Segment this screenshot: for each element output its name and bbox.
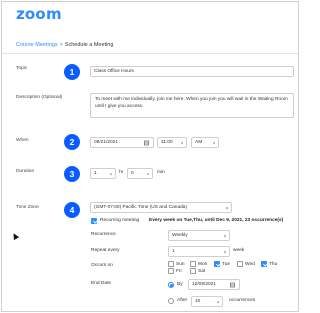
- date-value: 09/21/2021: [94, 140, 119, 145]
- day-checkbox-tue[interactable]: [214, 261, 220, 267]
- app-window: zoom Course Meetings > Schedule a Meeting …: [1, 1, 299, 312]
- chevron-down-icon: ▾: [223, 249, 226, 254]
- mouse-cursor-icon: [10, 231, 20, 241]
- breadcrumb: Course Meetings > Schedule a Meeting: [16, 42, 113, 48]
- day-label-thu: Thu: [269, 262, 278, 267]
- recurrence-label: Recurrence: [91, 232, 116, 237]
- chevron-down-icon: ▾: [109, 171, 112, 176]
- chevron-down-icon: ▾: [146, 171, 149, 176]
- end-after-unit: occurrences: [229, 298, 256, 303]
- day-label-mon: Mon: [198, 262, 208, 267]
- day-checkbox-sat[interactable]: [190, 268, 196, 274]
- end-date-label: End Date: [91, 281, 112, 286]
- chevron-down-icon: ▾: [223, 233, 226, 238]
- day-label-tue: Tue: [222, 262, 231, 267]
- description-textarea[interactable]: To meet with me individually, join me he…: [90, 93, 294, 118]
- duration-label: Duration: [16, 169, 35, 174]
- duration-hours-value: 1: [94, 171, 97, 176]
- end-after-radio[interactable]: [168, 298, 174, 304]
- time-value: 11:00: [161, 140, 173, 145]
- breadcrumb-current: Schedule a Meeting: [64, 42, 114, 48]
- end-by-date-picker[interactable]: 12/09/2021: [188, 279, 240, 290]
- chevron-down-icon: ▾: [216, 299, 219, 304]
- breadcrumb-separator: >: [59, 42, 63, 48]
- date-picker[interactable]: 09/21/2021: [90, 137, 154, 148]
- calendar-icon: [230, 282, 235, 287]
- timezone-label: Time Zone: [16, 205, 39, 210]
- day-label-wed: Wed: [245, 262, 255, 267]
- description-label: Description (Optional): [16, 95, 63, 100]
- timezone-value: (GMT-07:00) Pacific Time (US and Canada): [94, 205, 188, 210]
- step-3-badge: 3: [64, 166, 80, 182]
- duration-hours-select[interactable]: 1 ▾: [90, 168, 116, 179]
- breadcrumb-divider: [2, 53, 298, 54]
- day-label-sat: Sat: [198, 269, 206, 274]
- duration-minutes-value: 0: [131, 171, 134, 176]
- repeat-every-select[interactable]: 1 ▾: [168, 246, 230, 257]
- day-label-fri: Fri: [176, 269, 182, 274]
- when-label: When: [16, 138, 29, 143]
- step-2-badge: 2: [64, 134, 80, 150]
- day-checkbox-sun[interactable]: [168, 261, 174, 267]
- ampm-select[interactable]: AM ▾: [191, 137, 219, 148]
- timezone-select[interactable]: (GMT-07:00) Pacific Time (US and Canada)…: [90, 202, 232, 213]
- breadcrumb-course-meetings-link[interactable]: Course Meetings: [16, 42, 58, 48]
- step-1-badge: 1: [64, 64, 80, 80]
- step-4-badge: 4: [64, 202, 80, 218]
- end-after-select[interactable]: 10 ▾: [191, 296, 223, 307]
- repeat-every-unit: week: [233, 248, 245, 253]
- zoom-logo: zoom: [16, 5, 62, 23]
- occurs-on-label: Occurs on: [91, 263, 113, 268]
- repeat-every-label: Repeat every: [91, 248, 120, 253]
- topic-label: Topic: [16, 66, 28, 71]
- duration-minutes-unit: min: [157, 170, 165, 175]
- repeat-every-value: 1: [172, 249, 175, 254]
- day-checkbox-fri[interactable]: [168, 268, 174, 274]
- chevron-down-icon: ▾: [180, 140, 183, 145]
- recurrence-value: Weekly: [172, 233, 188, 238]
- chevron-down-icon: ▾: [212, 140, 215, 145]
- day-checkbox-wed[interactable]: [237, 261, 243, 267]
- ampm-value: AM: [195, 140, 203, 145]
- duration-minutes-select[interactable]: 0 ▾: [127, 168, 153, 179]
- day-checkbox-mon[interactable]: [190, 261, 196, 267]
- topic-input[interactable]: Class Office Hours: [90, 66, 294, 77]
- end-after-value: 10: [195, 299, 201, 304]
- chevron-down-icon: ▾: [225, 205, 228, 210]
- time-select[interactable]: 11:00 ▾: [157, 137, 187, 148]
- day-checkbox-thu[interactable]: [261, 261, 267, 267]
- day-label-sun: Sun: [176, 262, 185, 267]
- end-after-label: After: [177, 298, 188, 303]
- end-by-radio[interactable]: [168, 282, 174, 288]
- recurrence-summary: Every week on Tue,Thu, until Dec 9, 2021…: [149, 218, 284, 223]
- calendar-icon: [144, 140, 149, 145]
- recurring-meeting-label: Recurring meeting: [100, 218, 140, 223]
- end-by-date-value: 12/09/2021: [192, 282, 217, 287]
- duration-hours-unit: hr: [119, 170, 124, 175]
- recurring-meeting-checkbox[interactable]: [91, 218, 97, 224]
- end-by-label: By: [177, 282, 183, 287]
- recurrence-select[interactable]: Weekly ▾: [168, 230, 230, 241]
